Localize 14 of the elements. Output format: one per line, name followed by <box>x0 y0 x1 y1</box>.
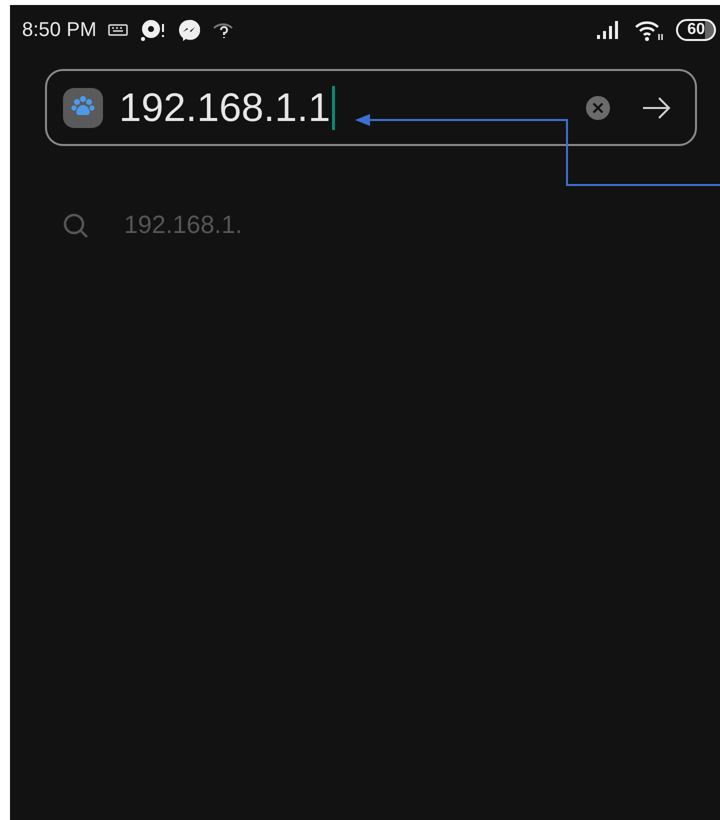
battery-icon: 60 <box>676 19 716 41</box>
keyboard-icon <box>108 24 128 36</box>
text-cursor <box>332 86 336 130</box>
address-field[interactable]: 192.168.1.1 <box>45 69 697 146</box>
search-icon <box>62 212 90 240</box>
status-time: 8:50 PM <box>22 18 96 43</box>
paw-icon <box>63 88 103 128</box>
wifi-icon <box>634 19 664 41</box>
wifi-question-icon <box>212 21 234 39</box>
arrow-right-icon[interactable] <box>641 96 671 120</box>
clear-icon[interactable] <box>585 94 611 120</box>
messenger-icon <box>178 19 200 41</box>
url-text: 192.168.1.1 <box>119 88 330 128</box>
disc-icon <box>140 18 166 42</box>
